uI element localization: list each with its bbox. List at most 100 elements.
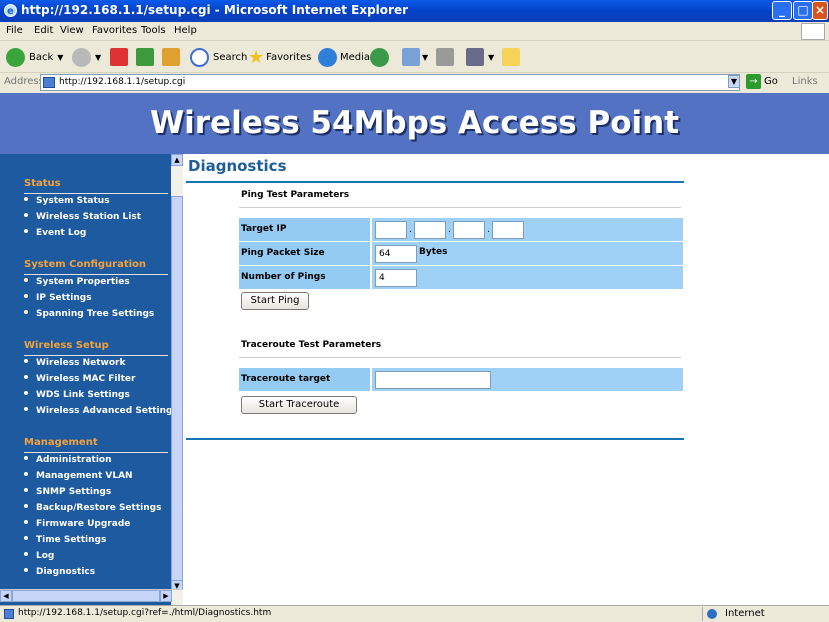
sidebar-item-management-vlan[interactable]: Management VLAN bbox=[24, 471, 133, 481]
refresh-button[interactable] bbox=[136, 46, 154, 68]
menu-tools[interactable]: Tools bbox=[141, 25, 166, 36]
sidebar-item-wds-link-settings[interactable]: WDS Link Settings bbox=[24, 390, 130, 400]
media-button[interactable]: Media bbox=[318, 46, 370, 68]
edit-button[interactable]: ▼ bbox=[466, 46, 494, 68]
mail-button[interactable]: ▼ bbox=[402, 46, 428, 68]
target-ip-octet-3[interactable] bbox=[453, 221, 485, 239]
sidebar-item-system-status[interactable]: System Status bbox=[24, 196, 110, 206]
scroll-thumb[interactable] bbox=[12, 590, 160, 602]
sidebar-item-wireless-station-list[interactable]: Wireless Station List bbox=[24, 212, 141, 222]
sidebar-item-label: Wireless MAC Filter bbox=[36, 374, 136, 384]
main-content: Diagnostics Ping Test Parameters Target … bbox=[183, 154, 829, 605]
go-arrow-icon: → bbox=[746, 74, 761, 89]
sidebar-item-system-properties[interactable]: System Properties bbox=[24, 277, 130, 287]
bullet-icon bbox=[24, 456, 28, 460]
forward-button[interactable]: ▼ bbox=[72, 46, 101, 68]
sidebar-item-time-settings[interactable]: Time Settings bbox=[24, 535, 106, 545]
sidebar-item-label: Backup/Restore Settings bbox=[36, 503, 162, 513]
sidebar-nav: Status System Status Wireless Station Li… bbox=[0, 154, 171, 605]
go-button[interactable]: → Go bbox=[746, 74, 778, 89]
close-button[interactable]: × bbox=[812, 1, 828, 20]
scroll-right-icon[interactable]: ▶ bbox=[160, 590, 172, 602]
messenger-button[interactable] bbox=[502, 46, 520, 68]
stop-button[interactable] bbox=[110, 46, 128, 68]
sidebar-vertical-scrollbar[interactable]: ▲ ▼ bbox=[171, 154, 183, 605]
scroll-thumb[interactable] bbox=[171, 196, 183, 594]
search-label: Search bbox=[213, 51, 248, 63]
favorites-label: Favorites bbox=[266, 51, 312, 63]
sidebar-item-backup-restore-settings[interactable]: Backup/Restore Settings bbox=[24, 503, 161, 513]
media-label: Media bbox=[340, 51, 371, 63]
footer-divider bbox=[186, 438, 684, 440]
sidebar-item-administration[interactable]: Administration bbox=[24, 455, 112, 465]
history-button[interactable] bbox=[370, 46, 389, 68]
target-ip-octet-2[interactable] bbox=[414, 221, 446, 239]
home-icon bbox=[162, 48, 180, 66]
toolbar: Back ▼ ▼ Search ★ Favorites Media ▼ ▼ bbox=[0, 41, 829, 73]
scroll-left-icon[interactable]: ◀ bbox=[0, 590, 12, 602]
target-ip-label: Target IP bbox=[239, 218, 370, 241]
sidebar-item-wireless-advanced-settings[interactable]: Wireless Advanced Settings bbox=[24, 406, 171, 416]
windows-logo-icon bbox=[801, 23, 825, 40]
sidebar-item-diagnostics[interactable]: Diagnostics bbox=[24, 567, 95, 577]
print-button[interactable] bbox=[436, 46, 454, 68]
menu-view[interactable]: View bbox=[60, 25, 84, 36]
security-zone: Internet bbox=[702, 607, 827, 621]
sidebar-horizontal-scrollbar[interactable]: ◀ ▶ bbox=[0, 589, 183, 602]
window-title: http://192.168.1.1/setup.cgi - Microsoft… bbox=[21, 3, 408, 17]
bullet-icon bbox=[24, 520, 28, 524]
menu-favorites[interactable]: Favorites bbox=[92, 25, 137, 36]
sidebar-item-label: Wireless Advanced Settings bbox=[36, 406, 171, 416]
sidebar-item-wireless-mac-filter[interactable]: Wireless MAC Filter bbox=[24, 374, 135, 384]
home-button[interactable] bbox=[162, 46, 180, 68]
globe-icon bbox=[707, 609, 717, 619]
sidebar-section-management: Management bbox=[24, 437, 168, 453]
bullet-icon bbox=[24, 310, 28, 314]
maximize-button[interactable]: □ bbox=[793, 1, 813, 20]
packet-size-input[interactable] bbox=[375, 245, 417, 263]
sidebar-item-snmp-settings[interactable]: SNMP Settings bbox=[24, 487, 111, 497]
menu-help[interactable]: Help bbox=[174, 25, 197, 36]
start-traceroute-button[interactable]: Start Traceroute bbox=[241, 396, 357, 414]
sidebar-item-label: Spanning Tree Settings bbox=[36, 309, 155, 319]
back-button[interactable]: Back ▼ bbox=[6, 46, 63, 68]
sidebar-item-wireless-network[interactable]: Wireless Network bbox=[24, 358, 125, 368]
bullet-icon bbox=[24, 472, 28, 476]
mail-dropdown-icon: ▼ bbox=[422, 52, 429, 62]
sidebar-item-firmware-upgrade[interactable]: Firmware Upgrade bbox=[24, 519, 130, 529]
traceroute-target-input[interactable] bbox=[375, 371, 491, 389]
address-input[interactable]: http://192.168.1.1/setup.cgi bbox=[40, 74, 740, 91]
sidebar-item-label: Wireless Station List bbox=[36, 212, 142, 222]
num-pings-label: Number of Pings bbox=[239, 266, 370, 289]
sidebar-item-event-log[interactable]: Event Log bbox=[24, 228, 86, 238]
edit-icon bbox=[466, 48, 484, 66]
sidebar-item-log[interactable]: Log bbox=[24, 551, 54, 561]
sidebar-item-label: SNMP Settings bbox=[36, 487, 112, 497]
print-icon bbox=[436, 48, 454, 66]
traceroute-section-divider bbox=[239, 357, 681, 358]
sidebar-item-label: Time Settings bbox=[36, 535, 107, 545]
packet-size-value-cell: Bytes bbox=[372, 242, 683, 265]
bullet-icon bbox=[24, 504, 28, 508]
menu-edit[interactable]: Edit bbox=[34, 25, 53, 36]
refresh-icon bbox=[136, 48, 154, 66]
sidebar-item-ip-settings[interactable]: IP Settings bbox=[24, 293, 92, 303]
search-button[interactable]: Search bbox=[190, 46, 247, 68]
menu-file[interactable]: File bbox=[6, 25, 23, 36]
page-icon bbox=[43, 77, 55, 88]
sidebar-item-label: Administration bbox=[36, 455, 112, 465]
scroll-up-icon[interactable]: ▲ bbox=[171, 154, 183, 166]
target-ip-octet-4[interactable] bbox=[492, 221, 524, 239]
messenger-icon bbox=[502, 48, 520, 66]
history-icon bbox=[370, 47, 389, 67]
start-ping-button[interactable]: Start Ping bbox=[241, 292, 309, 310]
status-bar: http://192.168.1.1/setup.cgi?ref=./html/… bbox=[0, 605, 829, 622]
minimize-button[interactable]: _ bbox=[772, 1, 792, 20]
address-dropdown-icon[interactable]: ▼ bbox=[728, 75, 740, 88]
links-button[interactable]: Links bbox=[792, 76, 818, 87]
sidebar-item-spanning-tree-settings[interactable]: Spanning Tree Settings bbox=[24, 309, 154, 319]
favorites-button[interactable]: ★ Favorites bbox=[248, 46, 311, 68]
target-ip-octet-1[interactable] bbox=[375, 221, 407, 239]
num-pings-input[interactable] bbox=[375, 269, 417, 287]
packet-size-unit: Bytes bbox=[419, 247, 448, 257]
